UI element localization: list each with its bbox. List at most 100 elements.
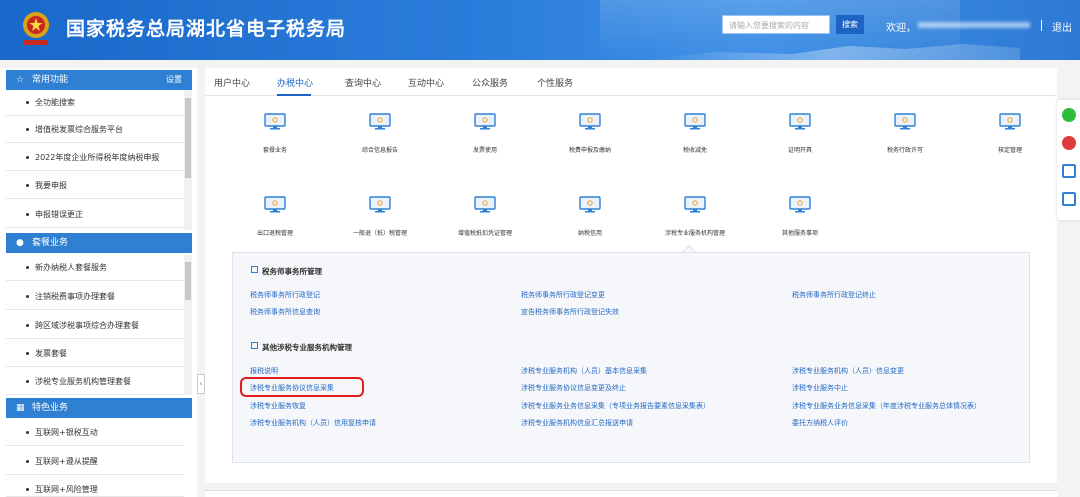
sidebar-item[interactable]: 互联网+遵从提醒 <box>6 449 184 475</box>
function-tile[interactable]: 税务行政许可 <box>865 113 945 163</box>
sidebar-item[interactable]: 互联网+银税互动 <box>6 420 184 446</box>
bullet-icon <box>26 380 29 383</box>
sidebar-item[interactable]: 互联网+风险管理 <box>6 477 184 497</box>
function-label: 其他服务事项 <box>781 230 818 237</box>
function-tile[interactable]: 一般退（抵）税管理 <box>340 196 420 246</box>
tab-interaction-center[interactable]: 互动中心 <box>408 76 444 89</box>
monitor-icon <box>264 113 286 130</box>
link-item[interactable]: 税务师事务所行政登记终止 <box>792 290 876 300</box>
function-label: 套餐业务 <box>262 147 287 154</box>
link-item[interactable]: 涉税专业服务业务信息采集（专项业务报告要素信息采集表） <box>521 401 710 411</box>
function-label: 涉税专业服务机构管理 <box>664 230 725 237</box>
monitor-icon <box>369 113 391 130</box>
link-item[interactable]: 涉税专业服务机构（人员）基本信息采集 <box>521 366 647 376</box>
sidebar-item[interactable]: 跨区域涉税事项综合办理套餐 <box>6 313 184 339</box>
function-tile[interactable]: 证明开具 <box>760 113 840 163</box>
sidebar-item-label: 2022年度企业所得税年度纳税申报 <box>35 153 160 162</box>
sidebar-item-label: 互联网+风险管理 <box>35 485 98 494</box>
monitor-icon <box>894 113 916 130</box>
folder-icon <box>251 342 258 349</box>
weibo-icon[interactable] <box>1062 136 1076 150</box>
app-icon[interactable] <box>1062 192 1076 206</box>
sidebar-section-featured[interactable]: ▦ 特色业务 <box>6 398 192 418</box>
link-item[interactable]: 委托方纳税人评价 <box>792 418 848 428</box>
tab-public-service[interactable]: 公众服务 <box>472 76 508 89</box>
section-title: 特色业务 <box>32 403 69 413</box>
sidebar-section-packages[interactable]: ● 套餐业务 <box>6 233 192 253</box>
link-item[interactable]: 涉税专业服务机构（人员）信息变更 <box>792 366 904 376</box>
search-button[interactable]: 搜索 <box>836 15 864 34</box>
sidebar-section-common[interactable]: ☆ 常用功能 设置 <box>6 70 192 90</box>
sidebar-item[interactable]: 增值税发票综合服务平台 <box>6 117 184 143</box>
function-label: 核定管理 <box>997 147 1022 154</box>
floating-share-bar <box>1057 100 1080 220</box>
section-title: 套餐业务 <box>32 238 69 248</box>
app-icon[interactable] <box>1062 164 1076 178</box>
link-item[interactable]: 税务师事务所信息查询 <box>250 307 320 317</box>
search-input[interactable]: 请输入您要搜索的内容 <box>722 15 830 34</box>
active-tab-indicator <box>277 94 311 96</box>
sidebar-item-label: 全功能搜索 <box>35 98 75 107</box>
function-tile[interactable]: 涉税专业服务机构管理 <box>655 196 735 246</box>
tab-personal-service[interactable]: 个性服务 <box>537 76 573 89</box>
sidebar-scroll-thumb[interactable] <box>185 98 191 178</box>
link-item[interactable]: 报税说明 <box>250 366 278 376</box>
welcome-text: 欢迎， <box>886 23 916 34</box>
username-blurred <box>918 22 1030 28</box>
tab-query-center[interactable]: 查询中心 <box>345 76 381 89</box>
sidebar-item[interactable]: 新办纳税人套餐服务 <box>6 255 184 281</box>
header-divider <box>1041 20 1042 31</box>
sidebar-item[interactable]: 我要申报 <box>6 173 184 199</box>
bullet-icon <box>26 101 29 104</box>
sidebar-collapse-button[interactable]: ‹ <box>197 374 205 394</box>
sidebar-item[interactable]: 涉税专业服务机构管理套餐 <box>6 369 184 395</box>
sidebar-item-label: 我要申报 <box>35 181 67 190</box>
sidebar-item[interactable]: 申报错误更正 <box>6 202 184 228</box>
monitor-icon <box>264 196 286 213</box>
star-icon: ☆ <box>16 75 25 85</box>
sidebar-item[interactable]: 2022年度企业所得税年度纳税申报 <box>6 145 184 171</box>
link-item[interactable]: 税务师事务所行政登记变更 <box>521 290 605 300</box>
logout-link[interactable]: 退出 <box>1052 19 1072 34</box>
function-tile[interactable]: 其他服务事项 <box>760 196 840 246</box>
grid-icon: ▦ <box>16 403 25 413</box>
sidebar-item-label: 互联网+遵从提醒 <box>35 457 98 466</box>
sidebar-scroll-thumb[interactable] <box>185 262 191 300</box>
tab-user-center[interactable]: 用户中心 <box>214 76 250 89</box>
sidebar-item[interactable]: 注销税费事项办理套餐 <box>6 284 184 310</box>
link-item[interactable]: 宣告税务师事务所行政登记失效 <box>521 307 619 317</box>
link-item[interactable]: 涉税专业服务机构（人员）信用复核申请 <box>250 418 376 428</box>
site-header: 国家税务总局湖北省电子税务局 请输入您要搜索的内容 搜索 欢迎， 退出 <box>0 0 1080 60</box>
function-tile[interactable]: 税收减免 <box>655 113 735 163</box>
site-title: 国家税务总局湖北省电子税务局 <box>66 18 347 40</box>
bullet-icon <box>26 128 29 131</box>
function-tile[interactable]: 纳税信用 <box>550 196 630 246</box>
highlight-annotation <box>240 377 364 397</box>
monitor-icon <box>684 196 706 213</box>
sidebar-item-label: 跨区域涉税事项综合办理套餐 <box>35 321 139 330</box>
sidebar-item[interactable]: 全功能搜索 <box>6 90 184 116</box>
link-item[interactable]: 涉税专业服务业务信息采集（年度涉税专业服务总体情况表） <box>792 401 981 411</box>
link-item[interactable]: 涉税专业服务机构信息汇总报送申请 <box>521 418 633 428</box>
bullet-icon <box>26 431 29 434</box>
wechat-icon[interactable] <box>1062 108 1076 122</box>
function-tile[interactable]: 套餐业务 <box>235 113 315 163</box>
function-tile[interactable]: 综合信息报告 <box>340 113 420 163</box>
function-tile[interactable]: 税费申报及缴纳 <box>550 113 630 163</box>
tab-tax-center[interactable]: 办税中心 <box>277 76 313 89</box>
link-item[interactable]: 涉税专业服务中止 <box>792 383 848 393</box>
link-item[interactable]: 涉税专业服务恢复 <box>250 401 306 411</box>
function-label: 纳税信用 <box>577 230 602 237</box>
function-tile[interactable]: 核定管理 <box>970 113 1050 163</box>
sidebar-item-label: 申报错误更正 <box>35 210 83 219</box>
bullet-icon <box>26 352 29 355</box>
sidebar-item[interactable]: 发票套餐 <box>6 341 184 367</box>
link-item[interactable]: 涉税专业服务协议信息变更及终止 <box>521 383 626 393</box>
function-label: 增值税抵扣凭证管理 <box>457 230 512 237</box>
function-tile[interactable]: 发票使用 <box>445 113 525 163</box>
link-item[interactable]: 税务师事务所行政登记 <box>250 290 320 300</box>
settings-link[interactable]: 设置 <box>166 70 182 90</box>
folder-icon <box>251 266 258 273</box>
function-tile[interactable]: 出口退税管理 <box>235 196 315 246</box>
function-tile[interactable]: 增值税抵扣凭证管理 <box>445 196 525 246</box>
